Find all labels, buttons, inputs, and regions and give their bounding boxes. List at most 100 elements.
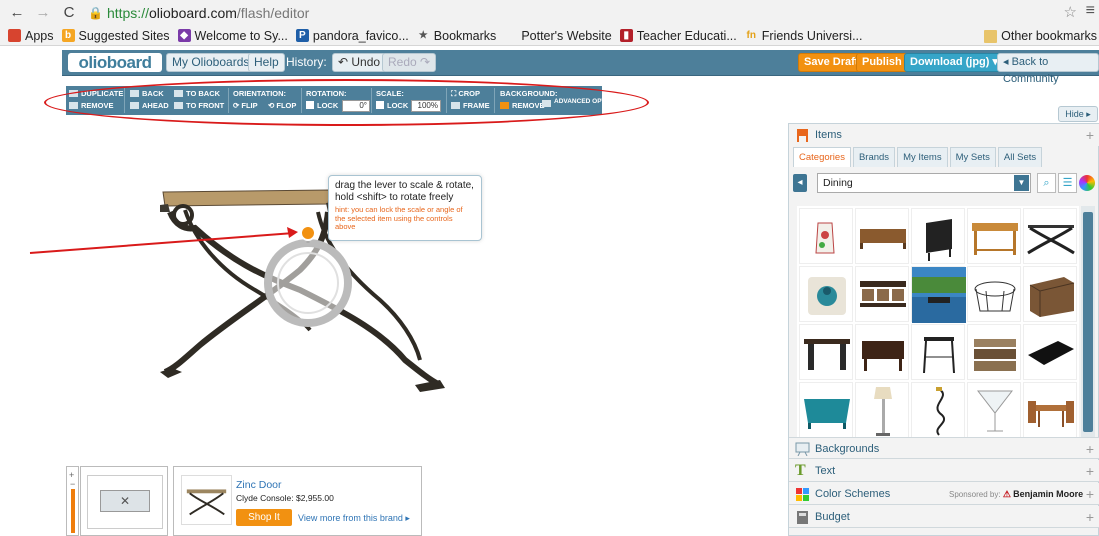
text-label: Text: [815, 465, 836, 477]
bookmark-label: Potter's Website: [521, 28, 612, 43]
list-icon: ☰: [1062, 177, 1073, 189]
item-wire-baskets[interactable]: [967, 266, 1021, 322]
backgrounds-header[interactable]: Backgrounds +: [789, 437, 1099, 459]
page-icon: [504, 29, 517, 42]
reload-icon[interactable]: C: [60, 3, 78, 23]
item-carved-box[interactable]: [967, 324, 1021, 380]
item-console-table-gold[interactable]: [967, 208, 1021, 264]
palette-icon: [796, 488, 809, 501]
plus-icon: +: [1085, 441, 1094, 457]
tray-stand-thumbnail: [923, 337, 955, 374]
back-arrow-icon[interactable]: ←: [8, 3, 26, 23]
bookmark-label: Other bookmarks: [1001, 29, 1097, 43]
sponsor-credit: Sponsored by: ⚠ Benjamin Moore: [949, 483, 1083, 506]
sponsor-name: Benjamin Moore: [1013, 489, 1084, 499]
item-black-tray[interactable]: [1023, 324, 1077, 380]
item-patio-photo[interactable]: [911, 266, 966, 323]
chest-thumbnail: [1029, 277, 1075, 317]
tab-my-sets[interactable]: My Sets: [949, 147, 996, 167]
item-spool-console[interactable]: [799, 324, 853, 380]
item-dark-sideboard[interactable]: [855, 324, 909, 380]
item-martini-glass[interactable]: [967, 382, 1021, 438]
item-sideboard[interactable]: [855, 208, 909, 264]
shop-it-button[interactable]: Shop It: [236, 509, 292, 526]
pandora-icon: P: [295, 29, 309, 42]
teal-chest-thumbnail: [804, 399, 850, 429]
olioboard-logo[interactable]: olioboard: [68, 53, 162, 72]
hide-panel-button[interactable]: Hide ▸: [1058, 106, 1098, 122]
items-scrollbar[interactable]: [1081, 206, 1095, 440]
item-black-cabinet[interactable]: [911, 208, 965, 264]
lock-icon: 🔒: [88, 6, 103, 20]
tab-my-items[interactable]: My Items: [897, 147, 948, 167]
color-schemes-header[interactable]: Color Schemes Sponsored by: ⚠ Benjamin M…: [789, 483, 1099, 505]
items-header[interactable]: Items +: [789, 124, 1099, 146]
budget-header[interactable]: Budget +: [789, 506, 1099, 528]
back-to-community-button[interactable]: ◂ Back to Community: [997, 53, 1099, 85]
undo-button[interactable]: ↶ Undo: [332, 53, 387, 72]
item-peacock-pillow[interactable]: [799, 266, 853, 322]
category-select[interactable]: Dining ▼: [817, 173, 1031, 193]
calculator-icon: [797, 511, 808, 524]
color-schemes-label: Color Schemes: [815, 488, 891, 500]
bookmark-bookmarks[interactable]: ★ Bookmarks: [417, 29, 497, 43]
tab-categories[interactable]: Categories: [793, 147, 851, 167]
board-thumbnail[interactable]: ✕: [87, 475, 163, 529]
item-candle-holder[interactable]: [911, 382, 965, 438]
red-pointer-arrow: [29, 227, 298, 254]
previous-category-button[interactable]: ◂: [793, 174, 807, 192]
bookmark-friends[interactable]: fn Friends Universi...: [745, 29, 863, 43]
forward-arrow-icon[interactable]: →: [34, 3, 52, 23]
item-wood-chest[interactable]: [1023, 266, 1077, 322]
item-tray-stand[interactable]: [911, 324, 965, 380]
viewport-rectangle[interactable]: ✕: [100, 490, 150, 512]
search-button[interactable]: ⌕: [1037, 173, 1056, 193]
bookmark-apps[interactable]: Apps: [8, 29, 54, 43]
pillow-thumbnail: [808, 277, 846, 315]
text-header[interactable]: T Text +: [789, 460, 1099, 482]
wire-basket-thumbnail: [974, 281, 1016, 312]
tooltip-main-text: drag the lever to scale & rotate, hold <…: [335, 180, 474, 203]
zoom-out-icon[interactable]: −: [70, 479, 75, 489]
search-icon: ⌕: [1043, 177, 1050, 189]
bookmark-label: pandora_favico...: [312, 28, 409, 43]
bookmark-star-icon[interactable]: ☆: [1064, 3, 1077, 21]
list-view-button[interactable]: ☰: [1058, 173, 1077, 193]
save-draft-button[interactable]: Save Draft: [798, 53, 865, 72]
plus-icon: +: [1085, 486, 1094, 502]
app-header: olioboard My Olioboards ♥ Help History: …: [62, 50, 1099, 85]
bookmark-pandora[interactable]: Ppandora_favico...: [295, 28, 409, 43]
tab-brands[interactable]: Brands: [852, 147, 896, 167]
zoom-level-bar: [71, 489, 75, 533]
color-filter-button[interactable]: [1079, 175, 1095, 191]
zoom-slider[interactable]: + −: [66, 466, 79, 536]
publish-button[interactable]: Publish: [856, 53, 908, 72]
download-button[interactable]: Download (jpg) ▾: [904, 53, 1005, 72]
bookmark-other[interactable]: Other bookmarks: [984, 29, 1097, 43]
text-icon: T: [795, 462, 806, 479]
item-basket-console[interactable]: [855, 266, 909, 322]
bookmark-welcome[interactable]: ◆ Welcome to Sy...: [177, 29, 288, 43]
diamond-icon: ◆: [177, 29, 191, 42]
url-host: olioboard.com: [148, 5, 237, 21]
product-name: Clyde Console: $2,955.00: [236, 493, 334, 503]
item-x-console[interactable]: [1023, 208, 1077, 264]
item-patio-set[interactable]: [1023, 382, 1077, 438]
address-bar[interactable]: 🔒 https://olioboard.com/flash/editor: [88, 5, 309, 21]
bookmark-potters[interactable]: Potter's Website: [504, 29, 611, 43]
menu-icon[interactable]: ≡: [1086, 2, 1095, 20]
item-teal-chest[interactable]: [799, 382, 853, 438]
bookmark-suggested-sites[interactable]: b Suggested Sites: [61, 29, 170, 43]
bookmark-teacher[interactable]: ▮ Teacher Educati...: [619, 29, 737, 43]
tab-all-sets[interactable]: All Sets: [997, 147, 1043, 167]
star-icon: ★: [418, 30, 428, 41]
item-floor-lamp[interactable]: [855, 382, 909, 438]
view-more-link[interactable]: View more from this brand ▸: [298, 513, 410, 524]
product-brand-link[interactable]: Zinc Door: [236, 479, 282, 491]
help-button[interactable]: Help: [248, 53, 285, 72]
black-tray-thumbnail: [1028, 341, 1074, 365]
redo-button[interactable]: Redo ↷: [382, 53, 437, 72]
backgrounds-icon: [795, 442, 810, 456]
scrollbar-thumb[interactable]: [1083, 212, 1093, 432]
item-pitcher[interactable]: [799, 208, 853, 264]
